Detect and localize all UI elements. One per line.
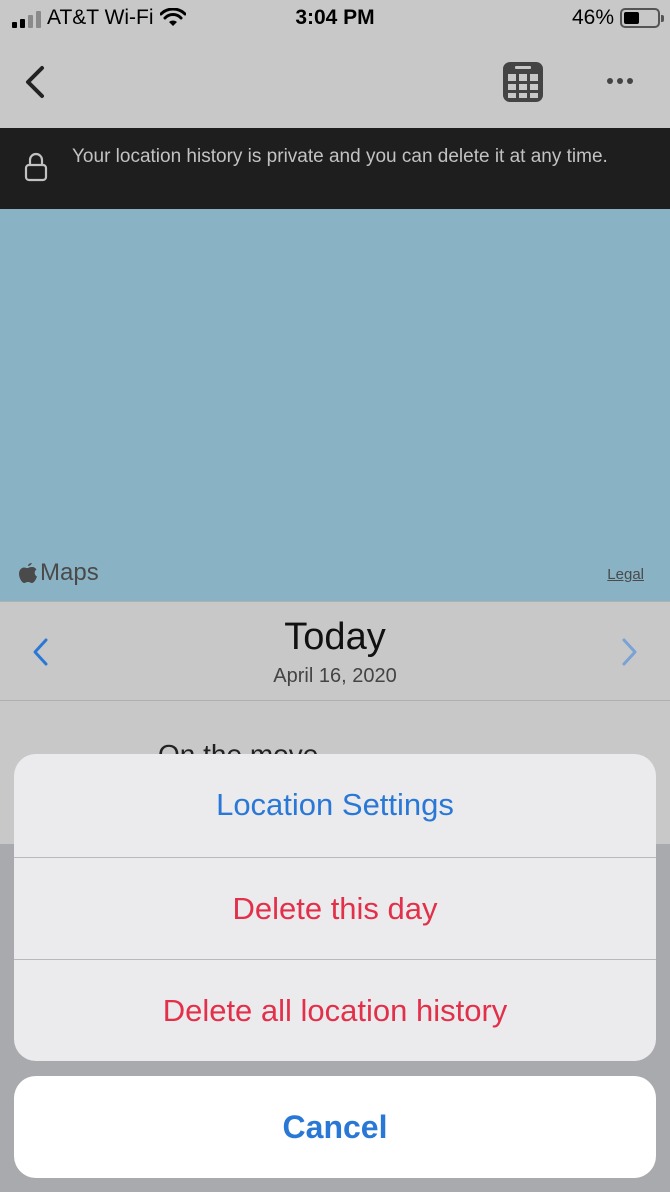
map-view[interactable]: Maps Legal [0, 209, 670, 601]
back-chevron-icon[interactable] [18, 62, 54, 102]
cancel-button[interactable]: Cancel [14, 1076, 656, 1178]
status-bar: AT&T Wi-Fi 3:04 PM 46% [0, 0, 670, 40]
maps-logo: Maps [18, 559, 99, 587]
privacy-text: Your location history is private and you… [72, 146, 608, 167]
battery-icon [620, 8, 664, 28]
maps-logo-text: Maps [40, 559, 99, 586]
status-right: 46% [571, 6, 664, 30]
apple-logo-icon [19, 563, 37, 583]
chevron-right-icon[interactable] [618, 636, 640, 668]
day-date: April 16, 2020 [273, 665, 397, 687]
day-header: Today April 16, 2020 [0, 601, 670, 701]
day-title: Today [284, 616, 386, 658]
status-time: 3:04 PM [295, 6, 375, 29]
privacy-banner: Your location history is private and you… [0, 128, 670, 209]
nav-bar [0, 40, 670, 128]
legal-link[interactable]: Legal [607, 566, 644, 583]
battery-percent: 46% [571, 6, 614, 29]
battery-fill [624, 12, 639, 24]
delete-all-history-button[interactable]: Delete all location history [14, 959, 656, 1061]
calendar-grid-icon[interactable] [501, 60, 545, 104]
lock-icon [24, 152, 48, 182]
more-dots-icon[interactable] [602, 70, 638, 92]
location-settings-button[interactable]: Location Settings [14, 754, 656, 856]
delete-this-day-button[interactable]: Delete this day [14, 857, 656, 959]
action-sheet: Location Settings Delete this day Delete… [14, 754, 656, 1061]
